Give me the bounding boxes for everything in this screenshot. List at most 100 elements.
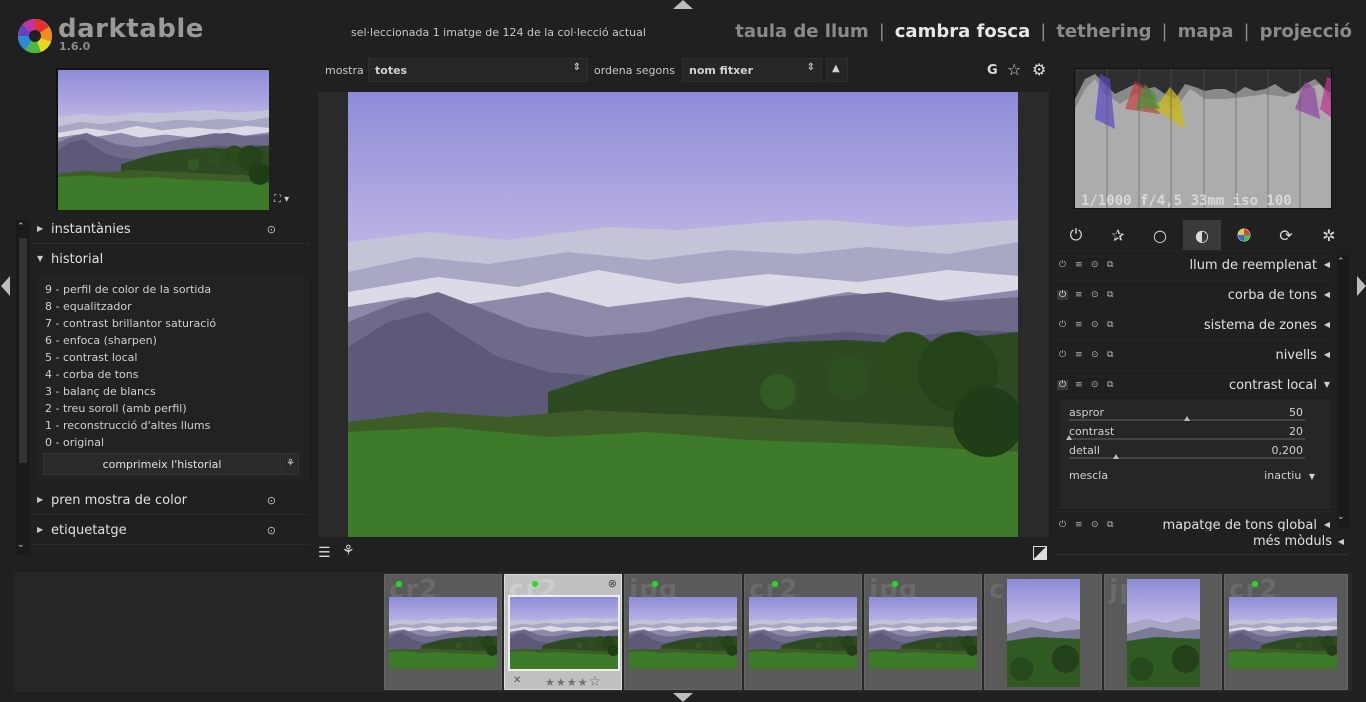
presets-menu-icon[interactable]: ≡ <box>1075 320 1083 330</box>
history-item[interactable]: 8 - equalitzador <box>45 300 132 313</box>
filmstrip-thumbnail-selected[interactable]: cr2 ⊗ ✕ ★★★★☆ <box>504 574 622 690</box>
group-tone-half-circle-icon[interactable]: ◐ <box>1183 220 1221 250</box>
contrast-slider-track[interactable] <box>1069 438 1305 440</box>
history-item[interactable]: 4 - corba de tons <box>45 368 138 381</box>
right-panel-scrollbar[interactable]: ⌃ ⌄ <box>1337 255 1349 527</box>
power-icon[interactable]: ⏻ <box>1059 320 1066 330</box>
view-darkroom[interactable]: cambra fosca <box>895 21 1030 42</box>
presets-menu-icon[interactable]: ≡ <box>1075 350 1083 360</box>
multi-instance-icon[interactable]: ⧉ <box>1107 260 1113 270</box>
history-item[interactable]: 3 - balanç de blancs <box>45 385 156 398</box>
more-modules[interactable]: més mòduls ◀ <box>1056 533 1348 555</box>
altered-icon[interactable]: ⊗ <box>608 577 617 590</box>
multi-instance-icon[interactable]: ⧉ <box>1107 350 1113 360</box>
history-item[interactable]: 9 - perfil de color de la sortida <box>45 283 211 296</box>
show-top-panel-arrow[interactable] <box>673 0 693 9</box>
slider-knob[interactable] <box>1184 416 1190 421</box>
detail-slider-track[interactable] <box>1069 457 1305 459</box>
group-color-wheel-icon[interactable] <box>1225 220 1263 250</box>
power-icon[interactable]: ⏻ <box>1057 290 1069 300</box>
group-favorites-star-icon[interactable]: ✰ <box>1099 220 1137 250</box>
reset-icon[interactable]: ⊙ <box>1091 350 1099 360</box>
view-lighttable[interactable]: taula de llum <box>735 21 868 42</box>
section-tagging[interactable]: ▶ etiquetatge ⊙ <box>32 517 309 545</box>
left-panel-scrollbar[interactable]: ⌃ ⌄ <box>16 220 30 555</box>
reject-icon[interactable]: ✕ <box>513 675 521 686</box>
star-rating-icon[interactable]: ★★★★☆ <box>545 674 602 690</box>
multi-instance-icon[interactable]: ⧉ <box>1107 290 1113 300</box>
filmstrip-thumbnail[interactable]: jpg <box>864 574 982 690</box>
scroll-thumb[interactable] <box>19 238 27 463</box>
view-tethering[interactable]: tethering <box>1056 21 1151 42</box>
filmstrip-thumbnail[interactable]: cr2 <box>984 574 1102 690</box>
multi-instance-icon[interactable]: ⧉ <box>1107 520 1113 530</box>
power-icon[interactable]: ⏻ <box>1059 260 1066 270</box>
blend-mode-select[interactable]: inactiu ▼ <box>1264 469 1315 482</box>
section-snapshots[interactable]: ▶ instantànies ⊙ <box>32 216 309 244</box>
scroll-down-icon[interactable]: ⌄ <box>1337 512 1345 522</box>
quick-access-menu-icon[interactable]: ☰ <box>318 545 331 561</box>
filmstrip-thumbnail[interactable]: cr2 <box>384 574 502 690</box>
slider-knob[interactable] <box>1113 454 1120 459</box>
compress-history-button[interactable]: comprimeix l'historial <box>43 453 281 475</box>
history-item[interactable]: 7 - contrast brillantor saturació <box>45 317 216 330</box>
reset-icon[interactable]: ⊙ <box>267 494 276 507</box>
image-canvas[interactable] <box>318 92 1049 537</box>
power-icon[interactable]: ⏻ <box>1057 380 1069 390</box>
create-style-icon[interactable]: ⚘ <box>282 453 299 475</box>
group-correct-rotate-icon[interactable]: ⟳ <box>1267 220 1305 250</box>
scroll-down-icon[interactable]: ⌄ <box>17 540 25 550</box>
filter-select[interactable]: totes ⇕ <box>368 58 588 82</box>
reset-icon[interactable]: ⊙ <box>267 223 276 236</box>
section-history[interactable]: ▼ historial <box>32 246 309 274</box>
module-tone-curve[interactable]: ⏻ ≡ ⊙ ⧉ corba de tons ◀ <box>1056 280 1334 310</box>
styles-icon[interactable]: ⚘ <box>342 543 355 559</box>
history-item[interactable]: 0 - original <box>45 436 104 449</box>
overexposed-toggle-icon[interactable] <box>1033 546 1047 560</box>
history-item[interactable]: 6 - enfoca (sharpen) <box>45 334 157 347</box>
show-left-panel-arrow[interactable] <box>1 276 10 296</box>
reset-icon[interactable]: ⊙ <box>1091 320 1099 330</box>
section-color-picker[interactable]: ▶ pren mostra de color ⊙ <box>32 487 309 515</box>
module-global-tonemap[interactable]: ⏻ ≡ ⊙ ⧉ mapatge de tons global ◀ <box>1056 511 1334 531</box>
module-levels[interactable]: ⏻ ≡ ⊙ ⧉ nivells ◀ <box>1056 340 1334 370</box>
view-map[interactable]: mapa <box>1178 21 1234 42</box>
sort-order-button[interactable]: ▲ <box>826 58 848 82</box>
presets-menu-icon[interactable]: ≡ <box>1075 520 1083 530</box>
multi-instance-icon[interactable]: ⧉ <box>1107 380 1113 390</box>
module-zone-system[interactable]: ⏻ ≡ ⊙ ⧉ sistema de zones ◀ <box>1056 310 1334 340</box>
view-slideshow[interactable]: projecció <box>1260 21 1352 42</box>
power-icon[interactable]: ⏻ <box>1059 520 1066 530</box>
reset-icon[interactable]: ⊙ <box>1091 520 1099 530</box>
star-icon[interactable]: ☆ <box>1007 60 1021 79</box>
reset-icon[interactable]: ⊙ <box>267 524 276 537</box>
reset-icon[interactable]: ⊙ <box>1091 290 1099 300</box>
group-active-power-icon[interactable]: ⏻ <box>1057 220 1095 250</box>
show-bottom-panel-arrow[interactable] <box>673 693 693 702</box>
scroll-up-icon[interactable]: ⌃ <box>1337 257 1345 267</box>
filmstrip-thumbnail[interactable]: jpg <box>1104 574 1222 690</box>
show-right-panel-arrow[interactable] <box>1357 276 1366 296</box>
histogram[interactable] <box>1074 68 1332 209</box>
history-item[interactable]: 2 - treu soroll (amb perfil) <box>45 402 187 415</box>
reset-icon[interactable]: ⊙ <box>1091 260 1099 270</box>
history-item[interactable]: 1 - reconstrucció d'altes llums <box>45 419 210 432</box>
gear-icon[interactable]: ⚙ <box>1032 60 1046 79</box>
presets-menu-icon[interactable]: ≡ <box>1075 290 1083 300</box>
power-icon[interactable]: ⏻ <box>1059 350 1066 360</box>
presets-menu-icon[interactable]: ≡ <box>1075 260 1083 270</box>
group-basic-circle-icon[interactable]: ○ <box>1141 220 1179 250</box>
module-local-contrast[interactable]: ⏻ ≡ ⊙ ⧉ contrast local ▼ <box>1056 370 1334 400</box>
filmstrip-thumbnail[interactable]: cr2 <box>1224 574 1348 690</box>
module-fill-light[interactable]: ⏻ ≡ ⊙ ⧉ llum de reemplenat ◀ <box>1056 250 1334 280</box>
sort-select[interactable]: nom fitxer ⇕ <box>682 58 822 82</box>
history-item[interactable]: 5 - contrast local <box>45 351 137 364</box>
scroll-up-icon[interactable]: ⌃ <box>17 222 25 232</box>
reset-icon[interactable]: ⊙ <box>1091 380 1099 390</box>
slider-knob[interactable] <box>1066 435 1072 440</box>
group-effects-aperture-icon[interactable]: ✲ <box>1310 220 1348 250</box>
navigation-preview[interactable] <box>56 68 269 210</box>
filmstrip-thumbnail[interactable]: jpg <box>624 574 742 690</box>
grouping-button[interactable]: G <box>987 63 998 78</box>
multi-instance-icon[interactable]: ⧉ <box>1107 320 1113 330</box>
